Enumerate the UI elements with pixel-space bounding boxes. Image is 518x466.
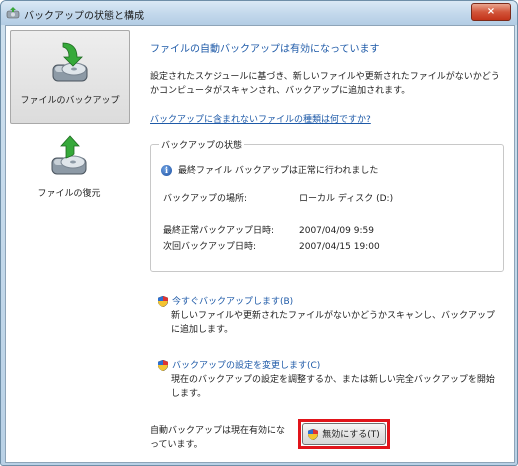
page-description: 設定されたスケジュールに基づき、新しいファイルや更新されたファイルがないかどうか… bbox=[150, 72, 500, 96]
sidebar-item-label: ファイルの復元 bbox=[37, 189, 101, 199]
excluded-file-types-link[interactable]: バックアップに含まれないファイルの種類は何ですか? bbox=[150, 112, 371, 125]
main-panel: ファイルの自動バックアップは有効になっています 設定されたスケジュールに基づき、… bbox=[150, 26, 510, 462]
last-backup-row: 最終正常バックアップ日時: 2007/04/09 9:59 bbox=[163, 223, 374, 236]
backup-now-description: 新しいファイルや更新されたファイルがないかどうかスキャンし、バックアップに追加し… bbox=[171, 311, 496, 335]
sidebar-item-label: ファイルのバックアップ bbox=[20, 96, 120, 106]
next-backup-label: 次回バックアップ日時: bbox=[163, 242, 257, 252]
backup-app-icon bbox=[6, 7, 20, 19]
restore-drive-icon bbox=[51, 135, 87, 175]
location-label: バックアップの場所: bbox=[163, 194, 248, 204]
window-title: バックアップの状態と構成 bbox=[24, 11, 144, 22]
disable-button-label: 無効にする(T) bbox=[322, 430, 380, 440]
backup-location-row: バックアップの場所: ローカル ディスク (D:) bbox=[163, 191, 393, 204]
last-backup-label: 最終正常バックアップ日時: bbox=[163, 226, 275, 236]
page-heading: ファイルの自動バックアップは有効になっています bbox=[150, 44, 380, 55]
backup-now-action: 今すぐバックアップします(B) 新しいファイルや更新されたファイルがないかどうか… bbox=[158, 294, 503, 337]
disable-button[interactable]: 無効にする(T) bbox=[302, 423, 386, 445]
next-backup-row: 次回バックアップ日時: 2007/04/15 19:00 bbox=[163, 239, 380, 252]
status-message: i 最終ファイル バックアップは正常に行われました bbox=[161, 163, 378, 176]
change-settings-action: バックアップの設定を変更します(C) 現在のバックアップの設定を調整するか、また… bbox=[158, 358, 503, 401]
sidebar-item-backup-files[interactable]: ファイルのバックアップ bbox=[10, 30, 130, 124]
backup-status-window: バックアップの状態と構成 × ファイルのバックアップ ファイルの復元 ファイルの… bbox=[0, 0, 518, 466]
last-backup-value: 2007/04/09 9:59 bbox=[299, 226, 374, 236]
group-title: バックアップの状態 bbox=[159, 138, 245, 151]
next-backup-value: 2007/04/15 19:00 bbox=[299, 242, 380, 252]
auto-backup-status-text: 自動バックアップは現在有効になっています。 bbox=[150, 426, 286, 450]
backup-now-link[interactable]: 今すぐバックアップします(B) bbox=[172, 297, 293, 307]
title-bar: バックアップの状態と構成 × bbox=[1, 1, 517, 25]
sidebar: ファイルのバックアップ ファイルの復元 bbox=[6, 26, 134, 462]
close-button[interactable]: × bbox=[471, 3, 511, 21]
sidebar-item-restore-files[interactable]: ファイルの復元 bbox=[10, 124, 128, 216]
location-value: ローカル ディスク (D:) bbox=[299, 194, 394, 204]
change-settings-description: 現在のバックアップの設定を調整するか、または新しい完全バックアップを開始します。 bbox=[171, 375, 495, 399]
backup-status-group: バックアップの状態 i 最終ファイル バックアップは正常に行われました バックアッ… bbox=[150, 138, 504, 272]
status-text: 最終ファイル バックアップは正常に行われました bbox=[178, 166, 379, 176]
info-icon: i bbox=[161, 165, 172, 176]
backup-drive-icon bbox=[52, 42, 88, 82]
uac-shield-icon bbox=[308, 429, 319, 440]
change-settings-link[interactable]: バックアップの設定を変更します(C) bbox=[172, 361, 320, 371]
uac-shield-icon bbox=[158, 360, 168, 371]
content-area: ファイルのバックアップ ファイルの復元 ファイルの自動バックアップは有効になって… bbox=[5, 25, 515, 463]
uac-shield-icon bbox=[158, 296, 168, 307]
